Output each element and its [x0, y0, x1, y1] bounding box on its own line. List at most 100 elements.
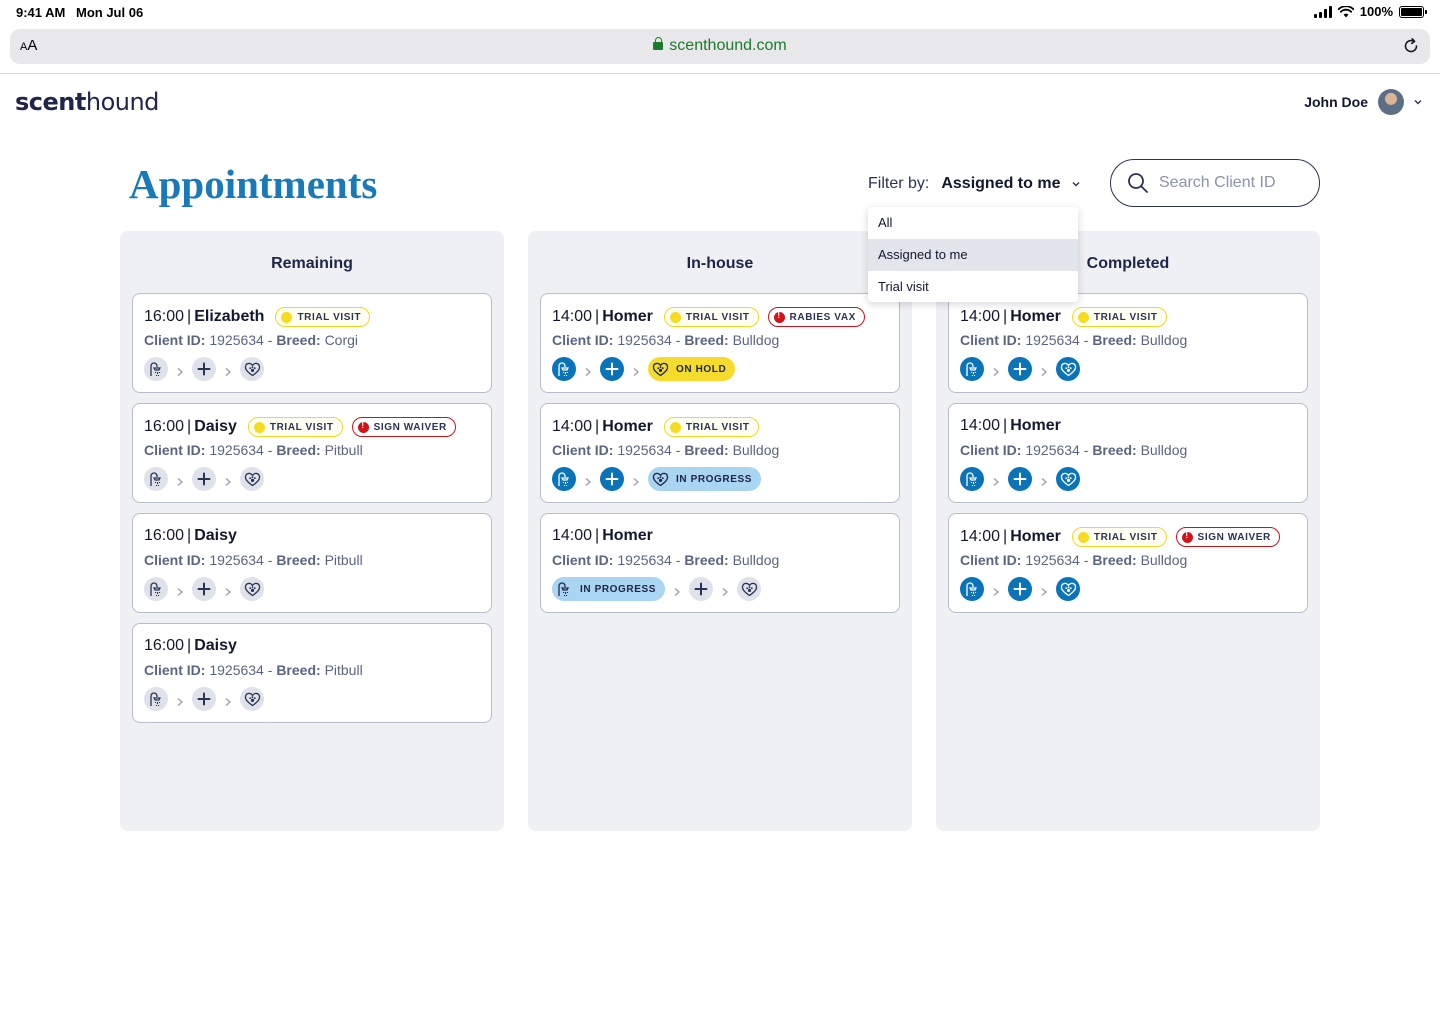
chevron-right-icon [1040, 584, 1048, 597]
breed-label: Breed: [276, 442, 321, 458]
filter-option-all[interactable]: All [868, 207, 1078, 239]
chevron-right-icon [224, 474, 232, 487]
client-info: Client ID: 1925634 - Breed: Pitbull [144, 442, 363, 458]
shower-icon[interactable] [144, 577, 168, 601]
card-header: 14:00 | Homer TRIAL VISIT [960, 307, 1167, 327]
info-separator: - [671, 332, 685, 348]
plus-icon[interactable] [192, 687, 216, 711]
chevron-right-icon [992, 364, 1000, 377]
shower-icon[interactable] [144, 687, 168, 711]
alert-icon [773, 311, 785, 323]
shower-icon[interactable] [552, 357, 576, 381]
appointment-card[interactable]: 14:00|Homer TRIAL VISIT SIGN WAIVER Client … [948, 513, 1308, 613]
appointment-card[interactable]: 14:00 | Homer TRIAL VISIT Client ID: 1925634… [948, 293, 1308, 393]
shower-icon[interactable] [552, 467, 576, 491]
yellow-dot-icon [1077, 311, 1089, 323]
shower-icon[interactable] [960, 467, 984, 491]
search-box[interactable] [1110, 159, 1320, 207]
lock-icon [653, 37, 664, 50]
chevron-down-icon[interactable] [1414, 98, 1422, 106]
time-separator: | [187, 527, 192, 544]
heart-paw-icon[interactable] [240, 577, 264, 601]
user-menu[interactable]: John Doe [1304, 89, 1422, 115]
client-id-label: Client ID: [552, 442, 614, 458]
heart-paw-icon [650, 359, 670, 379]
plus-icon[interactable] [1008, 357, 1032, 381]
chevron-right-icon [584, 474, 592, 487]
badge-label: RABIES VAX [789, 311, 856, 323]
plus-icon[interactable] [600, 467, 624, 491]
column-title: Remaining [271, 255, 353, 272]
appointment-card[interactable]: 16:00 | Elizabeth TRIAL VISIT Client ID: 192… [132, 293, 492, 393]
chevron-right-icon [224, 584, 232, 597]
shower-icon [554, 579, 574, 599]
heart-paw-icon[interactable] [737, 577, 762, 601]
appointment-time: 16:00 [144, 308, 185, 325]
in-progress-status[interactable]: IN PROGRESS [648, 467, 762, 491]
heart-paw-icon[interactable] [1056, 357, 1080, 381]
breed-label: Breed: [276, 662, 321, 678]
time-separator: | [187, 637, 192, 654]
status-label: ON HOLD [676, 363, 727, 375]
card-header: 14:00 | Homer TRIAL VISIT [552, 417, 759, 437]
chevron-right-icon [584, 364, 592, 377]
appointment-card[interactable]: 14:00|Homer TRIAL VISIT RABIES VAX Client I… [540, 293, 900, 393]
time-separator: | [1003, 528, 1008, 545]
client-id: 1925634 [209, 332, 264, 348]
plus-icon[interactable] [1008, 467, 1032, 491]
on-hold-status[interactable]: ON HOLD [648, 357, 736, 381]
breed-label: Breed: [1092, 552, 1137, 568]
scenthound-logo[interactable]: scenthound [15, 88, 159, 116]
breed-label: Breed: [276, 332, 321, 348]
plus-icon[interactable] [192, 577, 216, 601]
appointment-card[interactable]: 14:00 | Homer Client ID: 1925634 - Breed: B… [540, 513, 900, 613]
plus-icon[interactable] [192, 467, 216, 491]
yellow-dot-icon [1077, 531, 1089, 543]
reload-icon[interactable] [1402, 37, 1420, 55]
heart-paw-icon[interactable] [1056, 467, 1080, 491]
info-separator: - [1079, 442, 1093, 458]
column-in-house: In-house14:00|HomerTRIAL VISITRABIES VAX… [528, 231, 912, 831]
heart-paw-icon[interactable] [240, 357, 264, 381]
plus-icon[interactable] [1008, 577, 1032, 601]
heart-paw-icon[interactable] [1056, 577, 1080, 601]
filter-option-trial[interactable]: Trial visit [868, 271, 1078, 303]
chevron-right-icon [992, 474, 1000, 487]
appointment-card[interactable]: 14:00 | Homer TRIAL VISIT Client ID: 1925634… [540, 403, 900, 503]
search-input[interactable] [1159, 174, 1299, 192]
appointment-card[interactable]: 14:00 | Homer Client ID: 1925634 - Breed: B… [948, 403, 1308, 503]
plus-icon[interactable] [689, 577, 714, 601]
shower-icon[interactable] [144, 467, 168, 491]
shower-icon[interactable] [960, 357, 984, 381]
heart-paw-icon[interactable] [240, 467, 264, 491]
card-header: 16:00 | Daisy [144, 527, 237, 545]
appointment-card[interactable]: 16:00|Daisy TRIAL VISIT SIGN WAIVER Client … [132, 403, 492, 503]
shower-icon[interactable] [144, 357, 168, 381]
in-progress-status[interactable]: IN PROGRESS [552, 577, 666, 601]
appointment-card[interactable]: 16:00 | Daisy Client ID: 1925634 - Breed: P… [132, 513, 492, 613]
browser-address-bar[interactable]: AA scenthound.com [10, 29, 1430, 64]
service-steps [960, 467, 1080, 491]
shower-icon[interactable] [960, 577, 984, 601]
chevron-right-icon [673, 584, 681, 597]
pet-name: Homer [602, 308, 653, 325]
avatar[interactable] [1378, 89, 1404, 115]
badge-label: TRIAL VISIT [685, 311, 750, 323]
breed: Bulldog [732, 332, 780, 348]
filter-dropdown[interactable]: Assigned to me [941, 175, 1080, 193]
appointment-card[interactable]: 16:00 | Daisy Client ID: 1925634 - Breed: P… [132, 623, 492, 723]
plus-icon[interactable] [192, 357, 216, 381]
info-separator: - [1079, 552, 1093, 568]
chevron-down-icon [1072, 182, 1080, 187]
heart-paw-icon[interactable] [240, 687, 264, 711]
filter-option-assigned[interactable]: Assigned to me [868, 239, 1078, 271]
breed-label: Breed: [1092, 442, 1137, 458]
pet-name: Homer [1010, 308, 1061, 325]
address-url[interactable]: scenthound.com [10, 37, 1430, 55]
column-completed: Completed 14:00 | Homer TRIAL VISIT Client ID… [936, 231, 1320, 831]
client-id: 1925634 [1025, 442, 1080, 458]
client-info: Client ID: 1925634 - Breed: Bulldog [960, 442, 1187, 458]
status-time: 9:41 AM [16, 5, 66, 20]
plus-icon[interactable] [600, 357, 624, 381]
status-bar: 9:41 AM Mon Jul 06 100% [0, 0, 1440, 24]
